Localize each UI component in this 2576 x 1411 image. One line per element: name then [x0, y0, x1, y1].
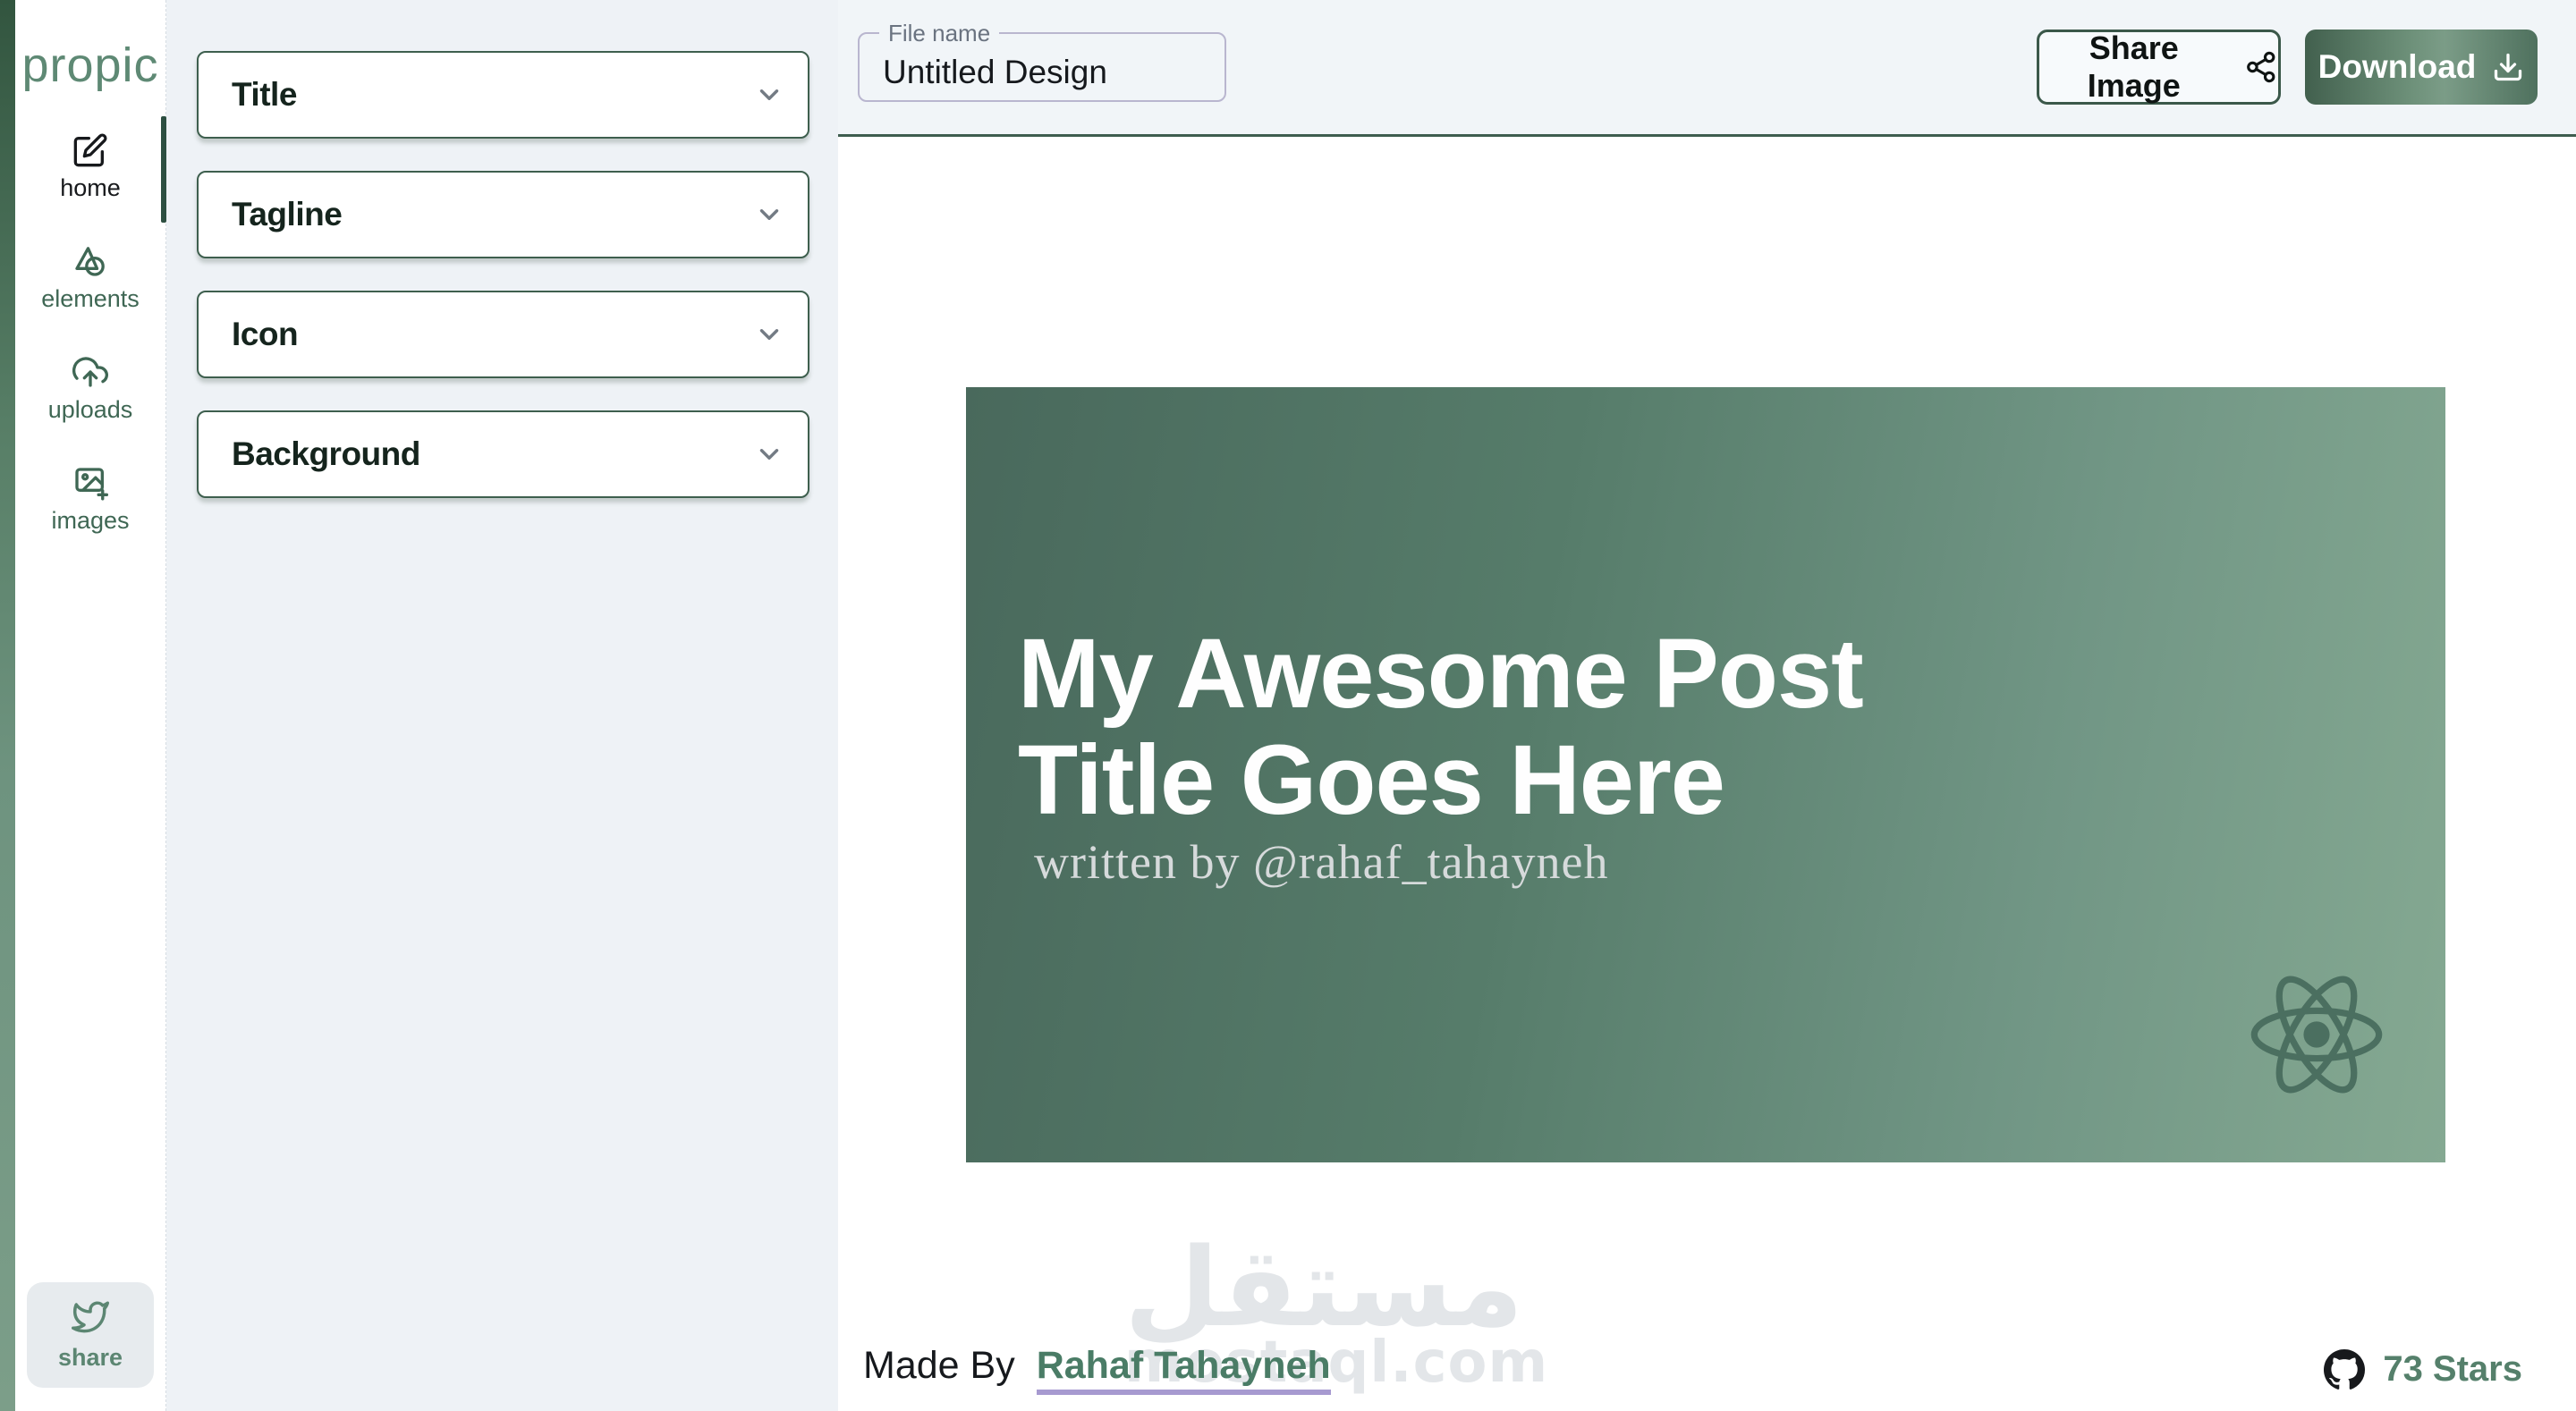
icon-sidebar: propic home elements uploads images shar…	[15, 0, 166, 1411]
accordion-icon[interactable]: Icon	[197, 291, 809, 378]
watermark-arabic: مستقل	[1124, 1224, 1524, 1351]
accordion-label: Tagline	[232, 196, 343, 232]
sidebar-item-label: elements	[41, 285, 140, 312]
made-by-label: Made By	[863, 1344, 1015, 1387]
topbar-actions: Share Image Download	[2037, 30, 2538, 105]
twitter-icon	[72, 1301, 109, 1333]
main-area: File name Share Image Download My Awesom…	[838, 0, 2576, 1411]
design-title: My Awesome Post Title Goes Here	[1018, 619, 1864, 835]
share-button[interactable]: share	[27, 1282, 154, 1388]
share-button-label: share	[57, 1344, 123, 1371]
share-image-button[interactable]: Share Image	[2037, 30, 2281, 105]
share-image-label: Share Image	[2087, 30, 2181, 104]
accordion-background[interactable]: Background	[197, 410, 809, 498]
chevron-down-icon[interactable]	[754, 439, 784, 469]
download-icon	[2495, 53, 2522, 81]
design-preview[interactable]: My Awesome Post Title Goes Here written …	[966, 387, 2445, 1162]
sidebar-item-label: uploads	[47, 396, 133, 423]
download-label: Download	[2318, 48, 2477, 85]
author-link[interactable]: Rahaf Tahayneh	[1036, 1344, 1331, 1395]
sidebar-nav: home elements uploads images	[15, 116, 166, 535]
settings-panel: Title Tagline Icon Background	[166, 0, 838, 1411]
sidebar-item-uploads[interactable]: uploads	[15, 354, 165, 424]
share-nodes-icon	[2247, 51, 2275, 83]
github-icon	[2324, 1348, 2366, 1390]
accordion-title[interactable]: Title	[197, 51, 809, 139]
download-button[interactable]: Download	[2305, 30, 2538, 105]
edit-icon	[73, 133, 107, 167]
accordion-label: Title	[232, 76, 297, 113]
accordion-label: Background	[232, 435, 420, 472]
file-name-field: File name	[858, 20, 1226, 102]
accordion-label: Icon	[232, 316, 299, 352]
react-logo-icon	[2250, 976, 2383, 1094]
sidebar-gradient-strip	[0, 0, 15, 1411]
design-byline: written by @rahaf_tahayneh	[1034, 835, 1609, 889]
chevron-down-icon[interactable]	[754, 199, 784, 230]
sidebar-item-images[interactable]: images	[15, 465, 165, 535]
footer-row: Made By Rahaf Tahayneh 73 Stars	[863, 1344, 2522, 1395]
chevron-down-icon[interactable]	[754, 319, 784, 350]
design-title-line1: My Awesome Post	[1018, 619, 1864, 729]
topbar: File name Share Image Download	[838, 0, 2576, 137]
design-title-line2: Title Goes Here	[1018, 724, 1725, 835]
canvas-area: My Awesome Post Title Goes Here written …	[838, 137, 2576, 1411]
github-stars[interactable]: 73 Stars	[2324, 1348, 2522, 1390]
active-indicator	[161, 116, 166, 223]
app-window: propic home elements uploads images shar…	[0, 0, 2576, 1411]
sidebar-item-elements[interactable]: elements	[15, 243, 165, 313]
app-logo: propic	[21, 38, 159, 92]
chevron-down-icon[interactable]	[754, 80, 784, 110]
stars-label: 73 Stars	[2383, 1349, 2522, 1389]
cloud-upload-icon	[72, 357, 108, 387]
image-add-icon	[75, 468, 108, 501]
accordion-tagline[interactable]: Tagline	[197, 171, 809, 258]
made-by: Made By Rahaf Tahayneh	[863, 1344, 1331, 1395]
shapes-icon	[75, 247, 105, 276]
sidebar-item-label: home	[60, 174, 121, 201]
file-name-label: File name	[879, 20, 1000, 47]
sidebar-item-home[interactable]: home	[15, 116, 166, 223]
sidebar-item-label: images	[51, 507, 130, 534]
